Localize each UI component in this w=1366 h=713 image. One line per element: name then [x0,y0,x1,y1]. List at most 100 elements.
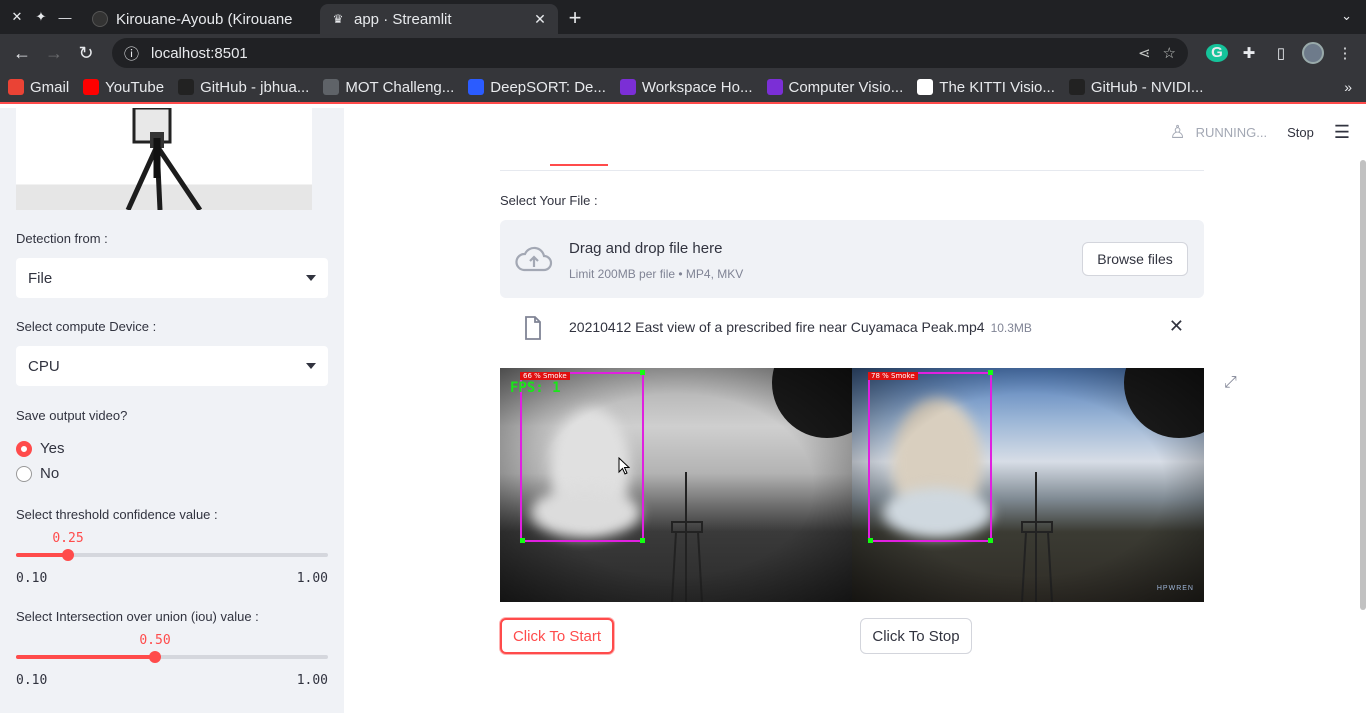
gmail-icon [8,79,24,95]
reload-icon[interactable]: ↻ [74,43,98,64]
streamlit-crown-icon: ♛ [332,12,344,26]
sidebar-logo-image [16,108,312,210]
bookmark-item[interactable]: The KITTI Visio... [917,79,1055,96]
app-header: ♙ RUNNING... Stop ☰ [1169,122,1350,143]
running-status: ♙ RUNNING... [1169,122,1267,143]
box-corner [640,370,645,375]
caret-down-icon [306,363,316,369]
video-frame: 66 % Smoke FPS: 1 78 % Smoke HPWREN [500,368,1204,602]
bookmark-label: Computer Visio... [788,78,904,96]
share-icon[interactable]: ⋖ [1138,44,1151,62]
uploaded-file-item: 20210412 East view of a prescribed fire … [500,308,1204,348]
close-tab-icon[interactable]: ✕ [532,11,548,28]
tab-title: Kirouane-Ayoub (Kirouane [116,10,293,28]
file-name-text: 20210412 East view of a prescribed fire … [569,319,985,335]
box-corner [988,538,993,543]
bookmark-star-icon[interactable]: ☆ [1163,44,1176,62]
back-arrow-icon[interactable]: ← [10,43,34,64]
bookmark-label: MOT Challeng... [345,78,455,96]
tabs-divider [500,170,1204,171]
bookmark-item[interactable]: MOT Challeng... [323,79,454,96]
remove-file-icon[interactable]: ✕ [1169,316,1184,337]
slider-thumb[interactable] [62,549,74,561]
bookmark-item[interactable]: DeepSORT: De... [468,79,606,96]
address-bar[interactable]: ⓘ localhost:8501 ⋖ ☆ [112,38,1188,68]
stop-run-link[interactable]: Stop [1287,125,1314,140]
globe-icon [323,79,340,95]
github-icon [92,11,108,27]
save-video-label: Save output video? [16,408,128,423]
save-video-radio-no[interactable]: No [16,465,59,482]
fps-overlay: FPS: 1 [510,380,561,396]
radio-label: No [40,465,60,482]
more-bookmarks-icon[interactable]: » [1344,79,1352,95]
slider-thumb[interactable] [149,651,161,663]
save-video-radio-yes[interactable]: Yes [16,440,64,457]
bookmark-label: YouTube [105,78,165,96]
close-window-icon[interactable]: ✕ [8,9,26,25]
new-tab-button[interactable]: + [558,4,592,34]
bookmark-item[interactable]: YouTube [83,79,164,96]
radio-unselected-icon [16,465,32,482]
detection-label: 66 % Smoke [520,372,570,380]
browse-files-button[interactable]: Browse files [1082,242,1188,276]
bookmarks-bar: Gmail YouTube GitHub - jbhua... MOT Challen… [0,72,1366,104]
compute-device-select[interactable]: CPU [16,346,328,386]
box-corner [868,538,873,543]
color-frame: 78 % Smoke HPWREN [852,368,1204,602]
tab-search-chevron-icon[interactable]: ⌄ [1341,8,1352,24]
tab-title: app · Streamlit [354,10,452,28]
bookmark-label: Gmail [30,78,70,96]
side-panel-icon[interactable]: ▯ [1270,44,1292,62]
running-status-text: RUNNING... [1195,125,1268,140]
mouse-cursor-icon [618,457,630,475]
papers-icon [468,79,485,95]
browser-tab-strip: ✕ ✦ — Kirouane-Ayoub (Kirouane ♛ app · S… [0,0,1366,34]
slider-min: 0.10 [16,673,48,688]
camera-tripod-graphic [125,108,203,210]
stop-button[interactable]: Click To Stop [860,618,972,654]
smoke-detection-box: 78 % Smoke [868,372,992,542]
site-info-icon[interactable]: ⓘ [124,43,139,64]
bookmark-item[interactable]: Gmail [8,79,69,96]
kitti-icon [917,79,934,95]
confidence-slider[interactable]: 0.25 0.10 1.00 [16,531,328,591]
file-icon [525,316,541,340]
bookmark-item[interactable]: GitHub - jbhua... [178,79,309,96]
workspace-icon [619,79,636,95]
extensions-puzzle-icon[interactable]: ✚ [1238,44,1260,62]
slider-fill [16,553,68,557]
fullscreen-expand-icon[interactable]: ⤢ [1224,374,1237,392]
url-text: localhost:8501 [151,44,248,62]
browser-tab-streamlit[interactable]: ♛ app · Streamlit ✕ [320,4,558,34]
file-dropzone[interactable]: Drag and drop file here Limit 200MB per … [500,220,1204,298]
forward-arrow-icon[interactable]: → [42,43,66,64]
browser-tab-github[interactable]: Kirouane-Ayoub (Kirouane [82,4,320,34]
minimize-window-icon[interactable]: — [56,10,74,25]
bookmark-label: GitHub - jbhua... [200,78,310,96]
profile-avatar[interactable] [1302,42,1324,64]
radio-selected-icon [16,440,32,457]
page-scrollbar[interactable] [1360,160,1366,610]
compute-device-label: Select compute Device : [16,319,157,334]
cloud-upload-icon [515,246,553,272]
slider-fill [16,655,155,659]
hamburger-menu-icon[interactable]: ☰ [1334,122,1350,143]
detection-from-select[interactable]: File [16,258,328,298]
grammarly-icon[interactable]: G [1206,44,1228,62]
youtube-icon [83,79,100,95]
bookmark-item[interactable]: Workspace Ho... [619,79,753,96]
box-corner [988,370,993,375]
dropzone-title: Drag and drop file here [569,240,723,257]
iou-slider[interactable]: 0.50 0.10 1.00 [16,633,328,693]
bookmark-item[interactable]: Computer Visio... [766,78,904,96]
kebab-menu-icon[interactable]: ⋮ [1334,44,1356,62]
dropzone-limit: Limit 200MB per file • MP4, MKV [569,267,744,281]
maximize-window-icon[interactable]: ✦ [32,9,50,25]
bookmark-label: DeepSORT: De... [490,78,606,96]
file-size: 10.3MB [990,321,1032,335]
github-icon [178,79,195,95]
start-button[interactable]: Click To Start [500,618,614,654]
uploaded-file-name: 20210412 East view of a prescribed fire … [569,319,1032,335]
bookmark-item[interactable]: GitHub - NVIDI... [1068,79,1203,96]
